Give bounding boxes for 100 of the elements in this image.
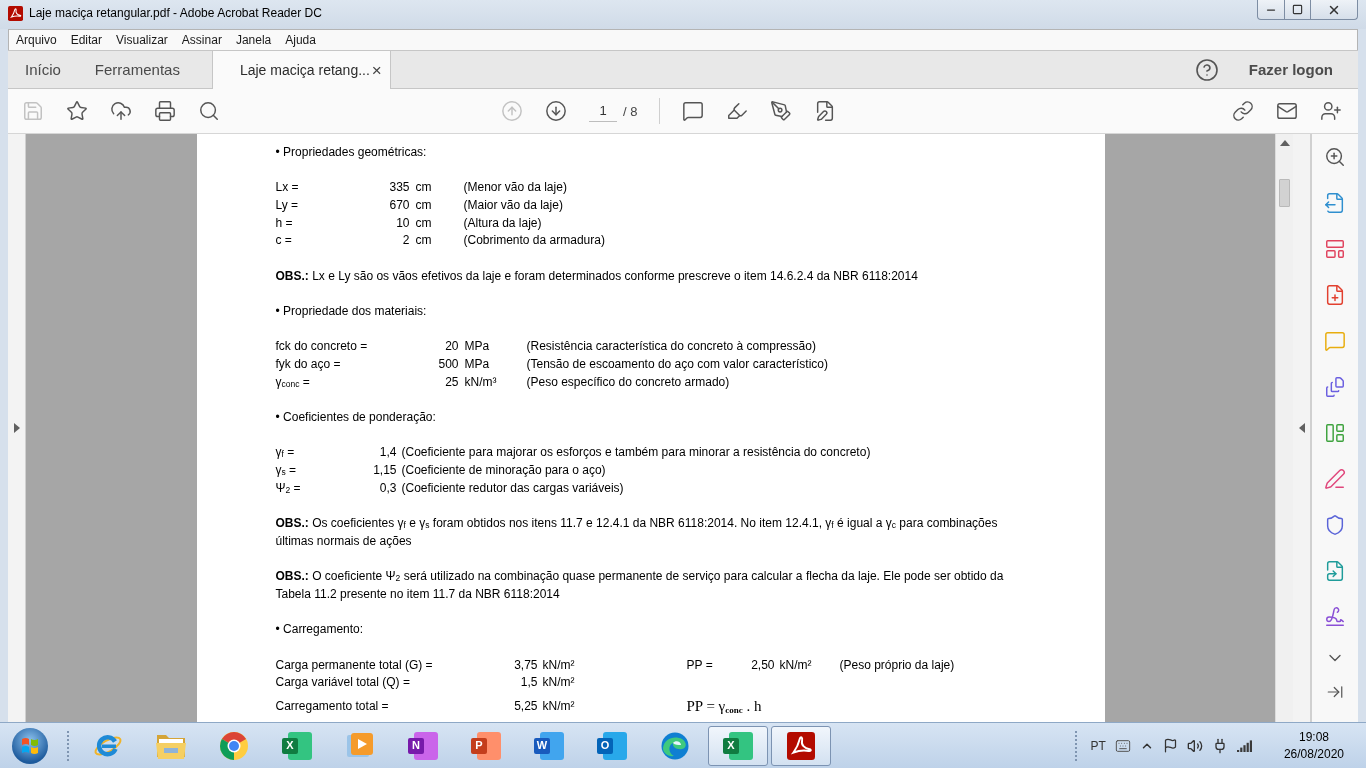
comment-icon[interactable] [682, 100, 705, 122]
link-icon[interactable] [1232, 100, 1254, 122]
down-arrow-circle-icon[interactable] [545, 100, 567, 122]
taskbar-button[interactable]: X [267, 725, 327, 766]
coefficient-description: (Coeficiente de minoração para o aço) [400, 462, 606, 480]
quantity-description: (Maior vão da laje) [463, 197, 563, 215]
quantity-label: fck do concreto = [275, 338, 368, 356]
taskbar-button[interactable]: O [582, 725, 642, 766]
panels-icon[interactable] [1324, 422, 1346, 444]
section-heading: • Coeficientes de ponderação: [275, 409, 437, 427]
taskbar-button[interactable]: P [456, 725, 516, 766]
speaker-icon[interactable] [1186, 737, 1203, 754]
coefficient-value: 1,15 [373, 462, 397, 480]
note-paragraph: OBS.: Os coeficientes γ$_{f}$ e γ$_{s}$ foram obtidos nos itens 11.7 e 12.4.1 da NBR 6118:2014. No item 12.4.1, γ$_{f}$ é igual a γ$_{c}$ para combinações últimas normais de ações [275, 515, 999, 550]
stacked-documents-icon[interactable] [1324, 376, 1346, 398]
coefficient-label: γ$_{s}$ = [275, 462, 297, 480]
tab[interactable]: Ferramentas [77, 51, 197, 88]
quantity-description: (Cobrimento da armadura) [463, 232, 605, 250]
wave-browser-icon [660, 730, 690, 761]
scrollbar-thumb[interactable] [1279, 179, 1290, 207]
browser-icon [219, 730, 249, 761]
load-unit: kN/m² [541, 698, 575, 716]
quantity-description: (Menor vão da laje) [463, 179, 567, 197]
quantity-label: Ly = [275, 197, 299, 215]
quantity-description: (Resistência característica do concreto à compressão) [526, 338, 816, 356]
quantity-value: 25 [445, 373, 459, 391]
section-heading: • Propriedades geométricas: [275, 144, 428, 161]
menu-item[interactable]: Editar [63, 33, 110, 47]
quantity-value: 20 [445, 338, 459, 356]
page-count: / 8 [623, 103, 638, 119]
signal-bars-icon[interactable] [1236, 739, 1253, 752]
collapse-panel-icon[interactable] [1326, 683, 1344, 701]
quantity-label: Lx = [275, 179, 299, 197]
coefficient-description: (Coeficiente redutor das cargas variáveis) [400, 479, 624, 497]
load-label: PP = [686, 656, 713, 674]
menu-item[interactable]: Assinar [174, 33, 229, 47]
pen-icon[interactable] [1324, 468, 1346, 490]
tab[interactable]: Laje maciça retang...× [211, 51, 391, 89]
caret-up-icon[interactable] [1279, 138, 1290, 147]
star-icon[interactable] [66, 100, 88, 122]
caret-left-icon[interactable] [1297, 423, 1306, 433]
menu-item[interactable]: Visualizar [109, 33, 175, 47]
scrollbar[interactable] [1275, 134, 1293, 722]
taskbar-button[interactable] [771, 725, 831, 766]
coefficient-value: 0,3 [379, 479, 397, 497]
start-button[interactable] [11, 726, 49, 765]
coefficient-label: Ψ$_{2}$ = [275, 479, 301, 497]
shield-icon[interactable] [1324, 514, 1346, 536]
load-unit: kN/m² [541, 674, 575, 692]
quantity-unit: kN/m³ [463, 373, 497, 391]
tab[interactable]: Início [8, 51, 78, 88]
menu-item[interactable]: Arquivo [9, 33, 64, 47]
quantity-unit: cm [414, 179, 432, 197]
taskbar-button[interactable]: W [519, 725, 579, 766]
quantity-label: fyk do aço = [275, 356, 341, 374]
quantity-value: 2 [402, 232, 410, 250]
zoom-in-icon[interactable] [1324, 146, 1346, 168]
section-heading: • Propriedade dos materiais: [275, 303, 428, 321]
signature-icon[interactable] [1324, 606, 1346, 628]
load-description: (Peso próprio da laje) [839, 656, 955, 674]
layout-icon[interactable] [1324, 238, 1346, 260]
menu-item[interactable]: Janela [228, 33, 279, 47]
load-label: Carga permanente total (G) = [275, 656, 433, 674]
caret-right-icon[interactable] [12, 423, 21, 433]
formula: PP = γ$_{conc}$ . h [686, 698, 762, 716]
quantity-description: (Altura da laje) [463, 214, 542, 232]
maximize-icon[interactable] [1292, 4, 1303, 15]
document-export-icon[interactable] [1324, 192, 1346, 214]
add-user-icon[interactable] [1320, 100, 1342, 122]
load-value: 3,75 [514, 656, 538, 674]
document-link-icon[interactable] [1324, 560, 1346, 582]
quantity-value: 335 [389, 179, 410, 197]
quantity-unit: MPa [463, 356, 490, 374]
keyboard-icon[interactable] [1114, 737, 1131, 754]
note-paragraph: OBS.: Lx e Ly são os vãos efetivos da laje e foram determinados conforme prescreve o item 14.6.2.4 da NBR 6118:2014 [275, 267, 919, 285]
taskbar-button[interactable]: X [708, 725, 768, 766]
taskbar-button[interactable]: N [393, 725, 453, 766]
sign-in-button[interactable]: Fazer logon [1248, 61, 1333, 78]
quantity-description: (Tensão de escoamento do aço com valor característico) [526, 356, 828, 374]
quantity-unit: MPa [463, 338, 490, 356]
help-icon[interactable] [1194, 57, 1219, 82]
language-indicator[interactable]: PT [1090, 738, 1106, 753]
page-number-field[interactable]: 1 [589, 100, 617, 122]
menu-item[interactable]: Ajuda [278, 33, 323, 47]
close-tab-button[interactable]: × [369, 61, 384, 79]
search-icon[interactable] [198, 100, 220, 122]
document-plus-icon[interactable] [1324, 284, 1346, 306]
pdf-file-icon [8, 6, 23, 21]
pen-nib-icon[interactable] [770, 100, 793, 122]
printer-icon[interactable] [154, 100, 176, 122]
mail-icon[interactable] [1276, 100, 1298, 122]
clock-button[interactable]: 19:08 26/08/2020 [1275, 728, 1352, 763]
section-heading: • Carregamento: [275, 621, 365, 639]
flag-icon[interactable] [1162, 738, 1178, 753]
note-paragraph: OBS.: O coeficiente Ψ$_{2}$ será utilizado na combinação quase permanente de serviço para calcular a flecha da laje. Ele pode ser obtido da Tabela 11.2 presente no item 11.7 da NBR 6118:2014 [275, 568, 1005, 603]
cloud-upload-icon[interactable] [110, 100, 132, 122]
maximize-button[interactable] [1285, 0, 1311, 20]
highlighter-icon[interactable] [726, 100, 749, 122]
window-title: Laje maciça retangular.pdf - Adobe Acrobat Reader DC [29, 5, 322, 22]
load-value: 2,50 [751, 656, 775, 674]
